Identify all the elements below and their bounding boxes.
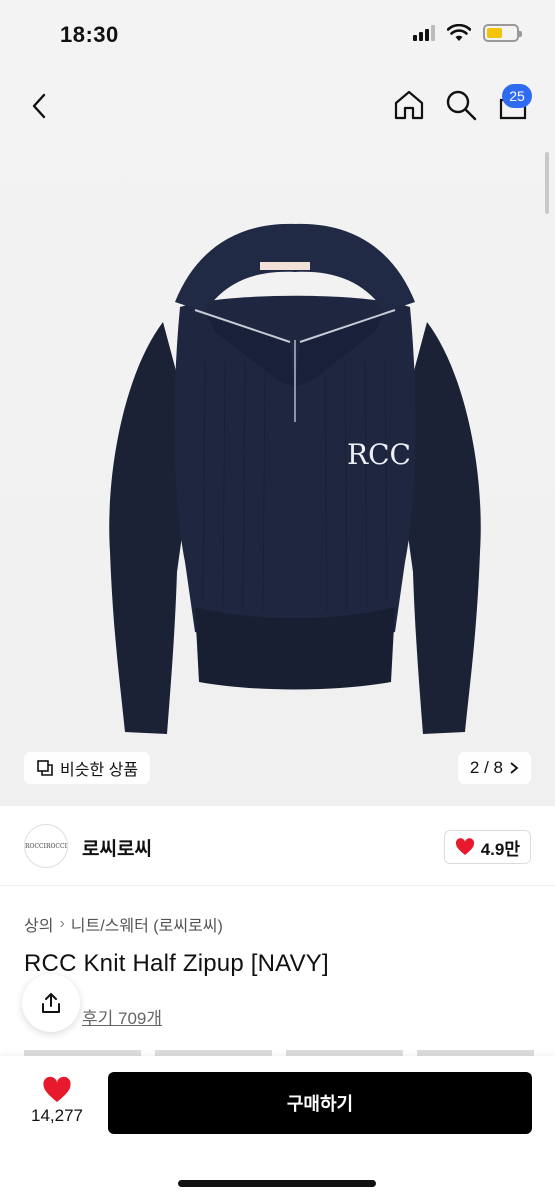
brand-like-count: 4.9만 bbox=[480, 839, 520, 859]
brand-like-button[interactable]: 4.9만 bbox=[443, 830, 531, 864]
signal-icon bbox=[413, 25, 435, 41]
share-button[interactable] bbox=[22, 974, 80, 1032]
scroll-indicator bbox=[545, 152, 549, 214]
brand-row[interactable]: ROCCIROCCI 로씨로씨 4.9만 bbox=[0, 806, 555, 886]
breadcrumb-item-subcategory[interactable]: 니트/스웨터 (로씨로씨) bbox=[71, 912, 223, 936]
chevron-right-icon bbox=[510, 762, 519, 774]
heart-icon bbox=[455, 838, 474, 855]
status-time: 18:30 bbox=[60, 22, 119, 47]
product-image[interactable]: RCC bbox=[85, 212, 505, 752]
status-bar: 18:30 bbox=[0, 0, 555, 72]
product-like-button[interactable]: 14,277 bbox=[20, 1076, 94, 1140]
rcc-logo: RCC bbox=[347, 438, 411, 471]
brand-name[interactable]: 로씨로씨 bbox=[82, 834, 152, 861]
search-icon[interactable] bbox=[444, 88, 478, 122]
similar-products-label: 비슷한 상품 bbox=[60, 762, 139, 779]
similar-icon bbox=[37, 760, 53, 776]
buy-button[interactable]: 구매하기 bbox=[108, 1072, 532, 1134]
reviews-link[interactable]: 후기 709개 bbox=[82, 1004, 162, 1029]
chevron-right-icon: › bbox=[59, 915, 65, 932]
battery-fill bbox=[487, 28, 503, 38]
page-indicator-text: 2 / 8 bbox=[469, 758, 503, 777]
status-icons bbox=[413, 24, 522, 42]
image-page-indicator[interactable]: 2 / 8 bbox=[457, 752, 531, 784]
cart-count-badge: 25 bbox=[502, 84, 532, 108]
bottom-action-bar: 14,277 구매하기 bbox=[0, 1056, 555, 1200]
heart-icon bbox=[43, 1076, 71, 1102]
share-icon bbox=[42, 993, 60, 1013]
home-indicator bbox=[178, 1180, 376, 1187]
battery-charging-icon bbox=[483, 24, 522, 42]
home-icon[interactable] bbox=[392, 88, 426, 122]
product-title: RCC Knit Half Zipup [NAVY] bbox=[24, 950, 329, 977]
product-hero: 25 RCC 비슷한 상품 2 / 8 bbox=[0, 72, 555, 806]
wifi-icon bbox=[447, 24, 471, 41]
similar-products-button[interactable]: 비슷한 상품 bbox=[24, 752, 151, 784]
breadcrumb: 상의 › 니트/스웨터 (로씨로씨) bbox=[24, 912, 223, 936]
product-like-count: 14,277 bbox=[31, 1106, 83, 1125]
brand-logo[interactable]: ROCCIROCCI bbox=[24, 824, 68, 868]
breadcrumb-item-category[interactable]: 상의 bbox=[24, 912, 53, 936]
chevron-left-icon[interactable] bbox=[24, 90, 56, 122]
